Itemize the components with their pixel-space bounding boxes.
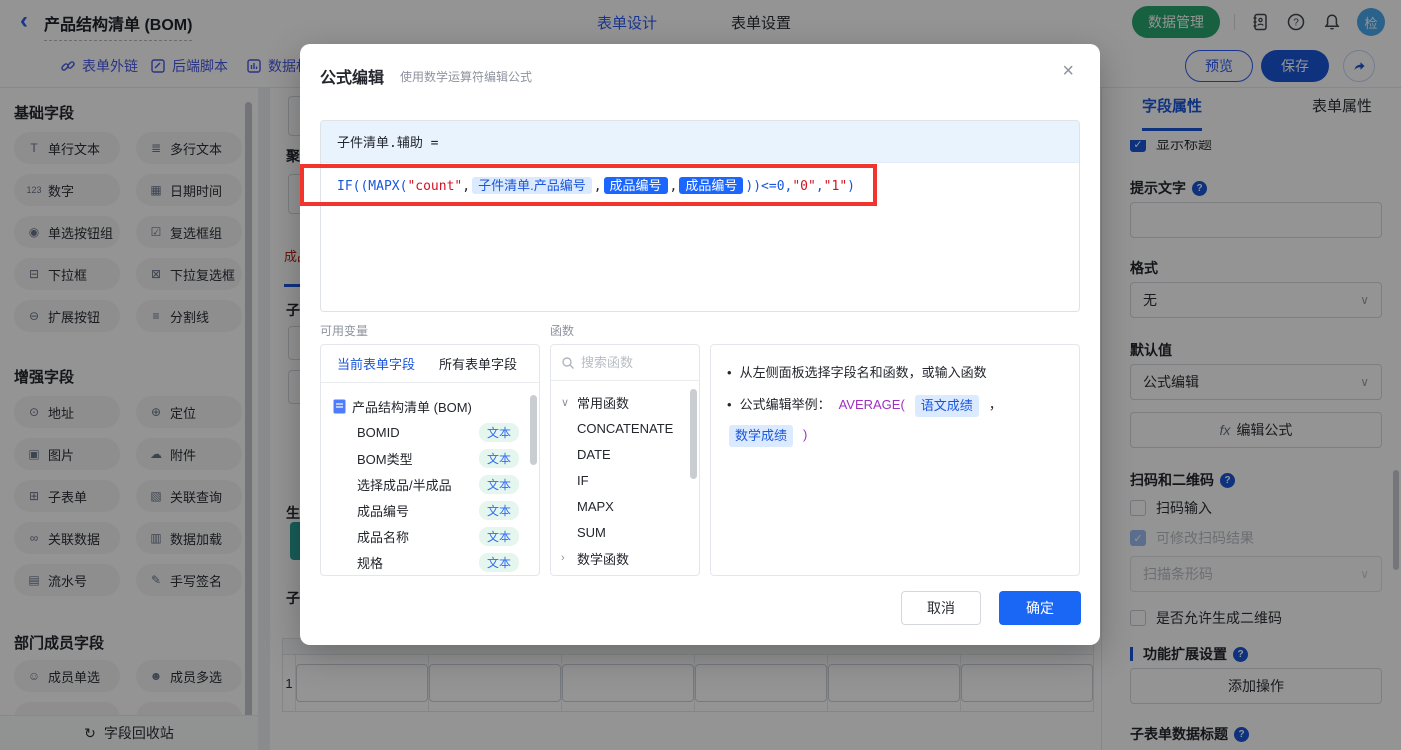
modal-title: 公式编辑 [320, 70, 385, 87]
example-comma: ， [988, 397, 1002, 412]
search-icon [562, 356, 574, 369]
type-badge: 文本 [478, 422, 519, 442]
variable-name: 成品编号 [357, 503, 410, 519]
help-text: 公式编辑举例： [739, 397, 831, 412]
formula-token: "count" [407, 179, 463, 194]
variable-row[interactable]: 成品名称 文本 [333, 523, 539, 549]
field-chip[interactable]: 子件清单.产品编号 [472, 177, 592, 194]
function-name: MAPX [577, 498, 614, 514]
function-item[interactable]: DATE [561, 441, 699, 467]
formula-target: 子件清单.辅助 = [321, 121, 1079, 163]
function-list: ∨ 常用函数 CONCATENATE DATE IF MAPX SUM › 数学函数… [551, 381, 699, 576]
type-badge: 文本 [478, 526, 519, 546]
function-item[interactable]: CONCATENATE [561, 415, 699, 441]
formula-token: ) [847, 179, 855, 194]
variable-name: BOM类型 [357, 451, 413, 467]
help-line-2: • 公式编辑举例： AVERAGE( 语文成绩 ， 数学成绩 ) [727, 395, 1063, 447]
type-badge: 文本 [478, 448, 519, 468]
close-icon[interactable]: × [1062, 60, 1074, 83]
bullet-icon: • [727, 397, 732, 412]
functions-panel: ∨ 常用函数 CONCATENATE DATE IF MAPX SUM › 数学函数… [550, 344, 700, 576]
formula-token: "1" [823, 179, 848, 194]
formula-token: IF((MAPX( [337, 179, 408, 194]
example-field-chip: 数学成绩 [729, 425, 794, 447]
function-item[interactable]: MAPX [561, 493, 699, 519]
functions-label: 函数 [550, 324, 575, 338]
variable-name: 规格 [357, 555, 384, 571]
form-root-node[interactable]: 产品结构清单 (BOM) [333, 393, 539, 419]
field-chip-selected[interactable]: 成品编号 [679, 177, 744, 194]
group-label: 数学函数 [577, 551, 630, 567]
variable-row[interactable]: 成品编号 文本 [333, 497, 539, 523]
example-field-chip: 语文成绩 [914, 395, 979, 417]
formula-editor-modal: 公式编辑 使用数学运算符编辑公式 × 子件清单.辅助 = IF((MAPX("c… [300, 44, 1100, 645]
type-badge: 文本 [478, 552, 519, 572]
variables-tree: 产品结构清单 (BOM) BOMID 文本 BOM类型 文本 选择成品/半成品 文本 … [321, 383, 539, 575]
formula-token: , [462, 179, 471, 194]
variables-scrollbar[interactable] [530, 395, 537, 465]
variables-label: 可用变量 [320, 324, 369, 338]
function-search-input[interactable] [581, 355, 681, 370]
group-label: 常用函数 [577, 395, 630, 411]
formula-expression[interactable]: IF((MAPX("count", 子件清单.产品编号, 成品编号, 成品编号))<=… [321, 163, 1079, 210]
tab-all-form-fields[interactable]: 所有表单字段 [439, 354, 517, 373]
app-screen: ‹ 产品结构清单 (BOM) 表单设计 表单设置 数据管理 ? 检 表单外链 后 [0, 0, 1401, 750]
type-badge: 文本 [478, 500, 519, 520]
variable-name: 成品名称 [357, 529, 410, 545]
help-panel: • 从左侧面板选择字段名和函数，或输入函数 • 公式编辑举例： AVERAGE(… [710, 344, 1080, 576]
variable-row[interactable]: BOM类型 文本 [333, 445, 539, 471]
formula-token: "0" [792, 179, 816, 194]
cancel-button[interactable]: 取消 [901, 591, 981, 625]
caret-right-icon: › [561, 552, 565, 564]
tab-current-form-fields[interactable]: 当前表单字段 [337, 354, 415, 373]
function-group-common[interactable]: ∨ 常用函数 [561, 389, 699, 415]
help-text: 从左侧面板选择字段名和函数，或输入函数 [739, 365, 987, 380]
field-chip-selected[interactable]: 成品编号 [603, 177, 668, 194]
function-group-math[interactable]: › 数学函数 [561, 545, 699, 571]
confirm-button[interactable]: 确定 [999, 591, 1081, 625]
example-function-open: AVERAGE( [838, 397, 905, 412]
variable-name: BOMID [357, 424, 400, 440]
function-name: IF [577, 472, 589, 488]
function-name: SUM [577, 524, 606, 540]
variables-tabs: 当前表单字段 所有表单字段 [321, 345, 539, 383]
variable-row[interactable]: 选择成品/半成品 文本 [333, 471, 539, 497]
example-function-close: ) [803, 427, 808, 442]
bullet-icon: • [727, 365, 732, 380]
variables-panel: 当前表单字段 所有表单字段 产品结构清单 (BOM) BOMID 文本 BOM类型… [320, 344, 540, 576]
document-icon [333, 399, 346, 413]
help-line-1: • 从左侧面板选择字段名和函数，或输入函数 [727, 363, 1063, 383]
function-item[interactable]: IF [561, 467, 699, 493]
variable-row[interactable]: 规格 文本 [333, 549, 539, 575]
type-badge: 文本 [478, 474, 519, 494]
function-name: CONCATENATE [577, 420, 674, 436]
function-group-text[interactable]: ›文本函数 [561, 571, 699, 576]
modal-subtitle: 使用数学运算符编辑公式 [400, 70, 533, 84]
formula-token: , [593, 179, 602, 194]
formula-token: ))<=0, [745, 179, 793, 194]
formula-editor: 子件清单.辅助 = IF((MAPX("count", 子件清单.产品编号, 成品编… [320, 120, 1080, 312]
function-item[interactable]: SUM [561, 519, 699, 545]
functions-scrollbar[interactable] [690, 389, 697, 479]
function-name: DATE [577, 446, 611, 462]
formula-token: , [669, 179, 678, 194]
root-label: 产品结构清单 (BOM) [352, 399, 472, 415]
function-search[interactable] [551, 345, 699, 381]
variable-name: 选择成品/半成品 [357, 477, 452, 493]
formula-token: , [815, 179, 824, 194]
group-label: 文本函数 [577, 575, 629, 576]
variable-row[interactable]: BOMID 文本 [333, 419, 539, 445]
caret-down-icon: ∨ [561, 396, 570, 409]
